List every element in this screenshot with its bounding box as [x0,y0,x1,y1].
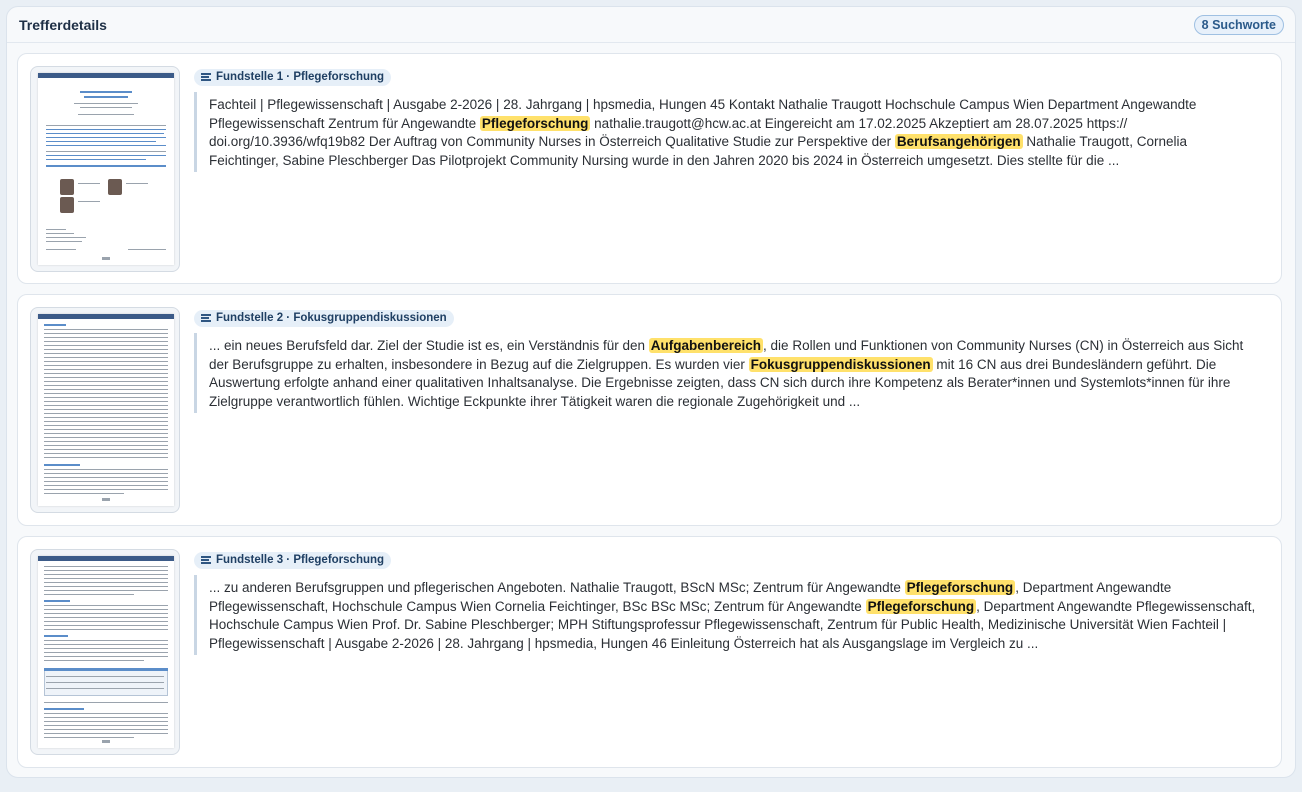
hit-content: Fundstelle 3 · Pflegeforschung ... zu an… [194,551,1265,655]
search-term-highlight: Pflegeforschung [865,598,977,614]
snippet-text: ... ein neues Berufsfeld dar. Ziel der S… [209,338,649,353]
search-term-highlight: Pflegeforschung [904,580,1016,595]
hit-snippet: ... ein neues Berufsfeld dar. Ziel der S… [194,333,1256,413]
hit-location-tag[interactable]: Fundstelle 1 · Pflegeforschung [194,68,392,86]
hit-location-tag[interactable]: Fundstelle 2 · Fokusgruppendiskussionen [194,309,454,327]
text-lines-icon [201,556,211,564]
search-term-highlight: Berufsangehörigen [894,134,1023,149]
search-terms-badge[interactable]: 8 Suchworte [1193,14,1284,35]
hit-content: Fundstelle 2 · Fokusgruppendiskussionen … [194,309,1265,413]
text-lines-icon [201,73,211,81]
text-lines-icon [201,314,211,322]
hit-content: Fundstelle 1 · Pflegeforschung Fachteil … [194,68,1265,172]
hit-card: Fundstelle 3 · Pflegeforschung ... zu an… [17,536,1282,768]
panel-header: Trefferdetails 8 Suchworte [7,7,1295,43]
page-thumbnail[interactable] [30,549,180,755]
snippet-text: ... zu anderen Berufsgruppen und pfleger… [209,580,905,595]
page-preview-table [38,556,174,748]
search-term-highlight: Aufgabenbereich [648,338,764,353]
search-term-highlight: Pflegeforschung [479,115,591,131]
search-term-highlight: Fokusgruppendiskussionen [748,356,933,372]
page-thumbnail[interactable] [30,307,180,513]
page-preview-text [38,314,174,506]
hit-snippet: Fachteil | Pflegewissenschaft | Ausgabe … [194,92,1256,172]
hit-location-label: Fundstelle 1 · Pflegeforschung [216,71,385,83]
hit-details-panel: Trefferdetails 8 Suchworte Fundstelle 1 … [6,6,1296,778]
hit-card: Fundstelle 2 · Fokusgruppendiskussionen … [17,294,1282,526]
hit-location-label: Fundstelle 2 · Fokusgruppendiskussionen [216,312,447,324]
hit-location-tag[interactable]: Fundstelle 3 · Pflegeforschung [194,551,392,569]
hit-card: Fundstelle 1 · Pflegeforschung Fachteil … [17,53,1282,284]
hit-location-label: Fundstelle 3 · Pflegeforschung [216,554,385,566]
hit-snippet: ... zu anderen Berufsgruppen und pfleger… [194,575,1256,655]
page-preview-title [38,73,174,265]
panel-title: Trefferdetails [19,16,107,33]
page-thumbnail[interactable] [30,66,180,272]
